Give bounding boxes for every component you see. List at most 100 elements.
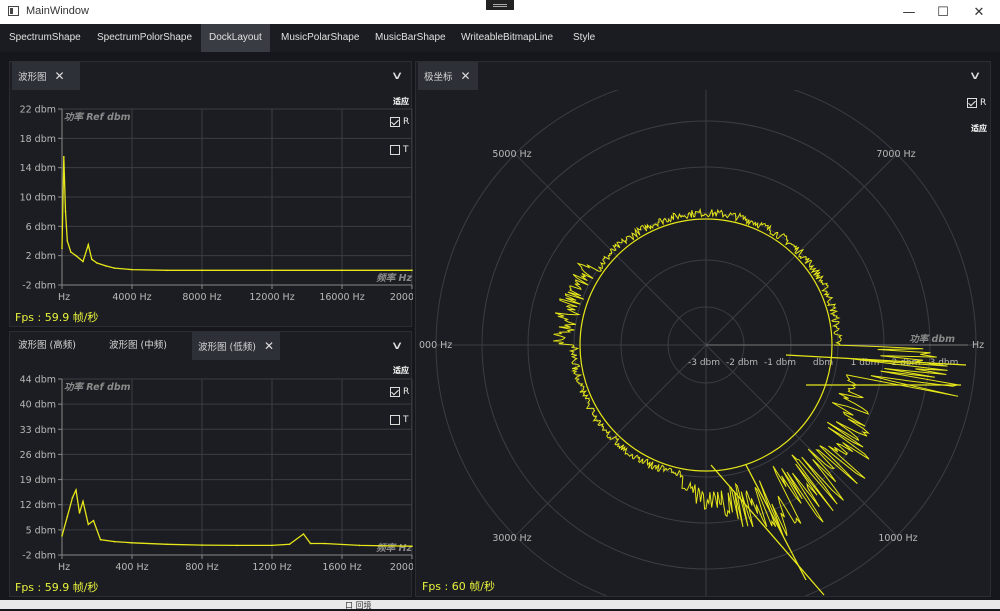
angle-label: Hz: [972, 340, 984, 351]
menu-music-polar-shape[interactable]: MusicPolarShape: [273, 24, 367, 52]
data-point: [236, 544, 238, 547]
chevron-down-icon[interactable]: ∨: [391, 339, 404, 352]
data-point: [113, 540, 116, 543]
menu-spectrum-shape[interactable]: SpectrumShape: [1, 24, 89, 52]
series-line: [61, 156, 412, 271]
radial-axis-title: 功率 dbm: [909, 333, 955, 345]
data-point: [75, 254, 77, 257]
check-box[interactable]: [967, 98, 977, 108]
y-tick-label: 22 dbm: [20, 105, 56, 116]
waveform-pane: 波形图 ✕ ∨ 适应 R T 22 dbm 18 dbm 14 dbm 10 dbm 6 …: [9, 61, 413, 327]
checkbox-r[interactable]: R: [967, 98, 986, 108]
data-point: [99, 538, 102, 541]
data-point: [66, 240, 69, 242]
x-axis-title: 频率 Hz: [376, 272, 412, 284]
data-point: [71, 496, 74, 499]
menu-writeable-bitmap-line[interactable]: WriteableBitmapLine: [453, 24, 561, 52]
x-axis-title: 频率 Hz: [376, 542, 412, 554]
data-point: [91, 258, 93, 261]
data-point: [166, 269, 168, 272]
data-point: [131, 268, 133, 271]
x-tick-label: 1600 Hz: [322, 562, 361, 573]
chevron-down-icon[interactable]: ∨: [969, 69, 982, 82]
data-point: [302, 533, 305, 535]
angle-label: 7000 Hz: [876, 149, 915, 160]
data-point: [64, 210, 67, 213]
close-icon[interactable]: ✕: [55, 62, 65, 90]
drag-grip-icon[interactable]: [486, 0, 514, 10]
tab-waveform-low[interactable]: 波形图 (低频) ✕: [192, 332, 280, 360]
x-tick-label: Hz: [58, 292, 70, 303]
y-tick-label: 14 dbm: [20, 163, 56, 174]
waveform-band-pane: 波形图 (高频) 波形图 (中频) 波形图 (低频) ✕ ∨ 适应 R T 44 …: [9, 331, 413, 597]
x-tick-label: 4000 Hz: [112, 292, 151, 303]
y-axis-title: 功率 Ref dbm: [64, 111, 131, 123]
y-tick-label: 2 dbm: [26, 251, 56, 262]
data-point: [201, 269, 203, 272]
x-tick-label: 8000 Hz: [182, 292, 221, 303]
close-icon[interactable]: ✕: [461, 62, 471, 90]
menu-music-bar-shape[interactable]: MusicBarShape: [367, 24, 454, 52]
data-point: [323, 542, 326, 545]
angle-label: 000 Hz: [419, 340, 452, 351]
menu-dock-layout[interactable]: DockLayout: [201, 24, 270, 52]
data-point: [70, 251, 72, 253]
y-tick-label: 33 dbm: [20, 425, 56, 436]
tab-polar[interactable]: 极坐标 ✕: [418, 62, 478, 90]
y-tick-label: 44 dbm: [20, 375, 56, 386]
y-tick-label: 26 dbm: [20, 450, 56, 461]
title-bar: MainWindow — ☐ ✕: [0, 0, 1000, 24]
data-point: [113, 267, 116, 269]
polar-pane: 极坐标 ✕ ∨ -3 dbm -2 dbm -1 dbm dbm 1 dbm 2 dbm 3 …: [415, 61, 991, 597]
polar-spoke: [705, 153, 898, 346]
tab-waveform-high[interactable]: 波形图 (高频): [12, 332, 100, 360]
data-point: [61, 247, 63, 250]
tab-waveform[interactable]: 波形图 ✕: [12, 62, 80, 90]
data-point: [358, 544, 361, 547]
tab-strip: 极坐标 ✕ ∨: [416, 62, 990, 90]
close-button[interactable]: ✕: [962, 0, 996, 24]
data-point: [271, 544, 273, 547]
radial-tick-label: -1 dbm: [764, 358, 796, 368]
data-point: [201, 544, 203, 546]
chevron-down-icon[interactable]: ∨: [391, 69, 404, 82]
x-tick-label: 800 Hz: [185, 562, 218, 573]
fit-button[interactable]: 适应: [969, 122, 989, 135]
polar-spoke: [705, 344, 898, 537]
spectrum-chart: 22 dbm 18 dbm 14 dbm 10 dbm 6 dbm 2 dbm -2 dbm…: [20, 105, 413, 304]
data-point: [96, 262, 98, 264]
x-tick-label: 12000 Hz: [249, 292, 294, 303]
menu-style[interactable]: Style: [565, 24, 603, 52]
y-tick-label: 10 dbm: [20, 193, 56, 204]
tab-label: 极坐标: [424, 72, 453, 83]
tab-label: 波形图: [18, 72, 47, 83]
y-tick-label: 6 dbm: [26, 222, 56, 233]
data-point: [78, 512, 81, 514]
taskbar-text: 口 回境: [345, 601, 372, 610]
data-point: [411, 545, 413, 547]
data-point: [92, 519, 95, 522]
tab-waveform-mid[interactable]: 波形图 (中频): [103, 332, 191, 360]
data-point: [271, 269, 273, 272]
app-icon: [8, 6, 19, 16]
data-point: [75, 489, 77, 491]
fps-readout: Fps : 60 帧/秒: [422, 580, 495, 593]
close-icon[interactable]: ✕: [264, 332, 274, 360]
data-point: [87, 523, 90, 526]
polar-spike: [745, 464, 807, 581]
fps-readout: Fps : 59.9 帧/秒: [15, 581, 99, 594]
data-point: [61, 535, 63, 537]
minimize-button[interactable]: —: [892, 0, 926, 24]
radial-tick-label: -3 dbm: [688, 358, 720, 368]
checkbox-label: R: [980, 98, 987, 108]
x-tick-label: Hz: [58, 562, 70, 573]
x-tick-label: 2000: [390, 562, 413, 573]
data-point: [66, 515, 69, 518]
x-tick-label: 16000 Hz: [319, 292, 364, 303]
x-tick-label: 1200 Hz: [252, 562, 291, 573]
data-point: [411, 269, 413, 272]
menu-spectrum-polor-shape[interactable]: SpectrumPolorShape: [89, 24, 200, 52]
spectrum-low-chart: 44 dbm 40 dbm 33 dbm 26 dbm 19 dbm 12 dbm 5 db…: [20, 375, 413, 574]
maximize-button[interactable]: ☐: [926, 0, 960, 24]
data-point: [309, 542, 312, 545]
